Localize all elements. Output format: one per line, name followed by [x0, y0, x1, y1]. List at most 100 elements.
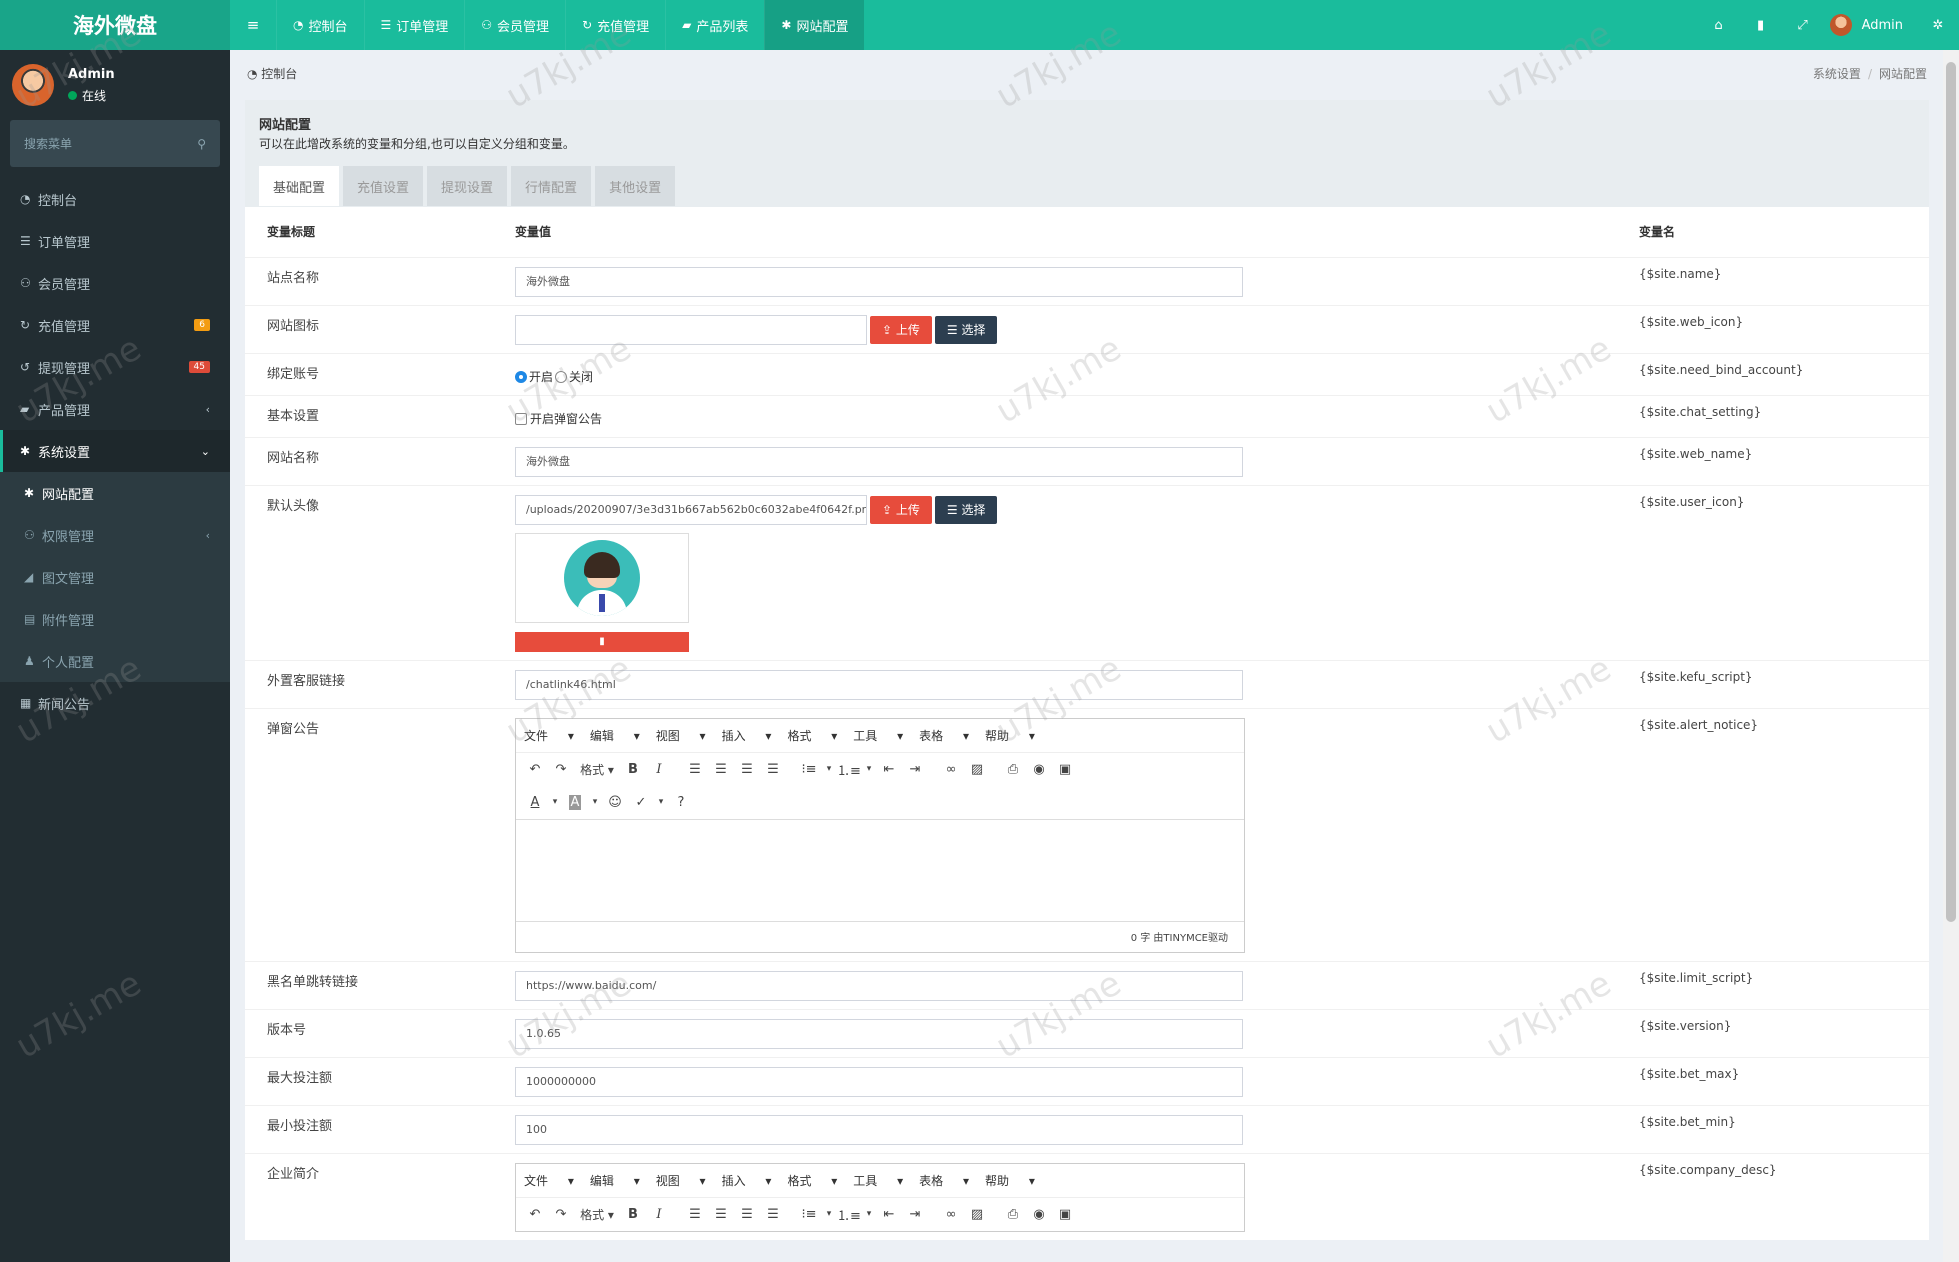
undo-icon[interactable]: ↶: [522, 1207, 548, 1222]
bet-min-input[interactable]: 100: [515, 1114, 1243, 1145]
editor-menu-item[interactable]: 视图 ▾: [656, 727, 706, 744]
editor-menu-item[interactable]: 工具 ▾: [853, 727, 903, 744]
sidebar-item[interactable]: ↻ 充值管理 6: [0, 304, 230, 346]
preview-icon[interactable]: ◉: [1026, 1207, 1052, 1222]
editor-menu-item[interactable]: 插入 ▾: [722, 1172, 772, 1189]
align-center-icon[interactable]: ☰: [708, 1207, 734, 1222]
format-dropdown[interactable]: 格式 ▾: [574, 1206, 620, 1223]
topnav-item[interactable]: ✱ 网站配置: [764, 0, 865, 50]
outdent-icon[interactable]: ⇤: [876, 1207, 902, 1222]
editor-menu-item[interactable]: 格式 ▾: [787, 727, 837, 744]
image-icon[interactable]: ▨: [964, 1207, 990, 1222]
blacklist-link-input[interactable]: https://www.baidu.com/: [515, 970, 1243, 1001]
bold-icon[interactable]: B: [620, 762, 646, 777]
topnav-item[interactable]: ↻ 充值管理: [565, 0, 665, 50]
redo-icon[interactable]: ↷: [548, 762, 574, 777]
chevron-down-icon[interactable]: ▾: [548, 797, 562, 807]
numbered-list-icon[interactable]: ⒈≡: [836, 760, 862, 779]
sidebar-item[interactable]: ✱ 系统设置 ⌄: [0, 430, 230, 472]
sidebar-search-input[interactable]: 搜索菜单 ⚲: [10, 120, 220, 167]
upload-button[interactable]: ⇪ 上传: [870, 315, 932, 344]
config-tab[interactable]: 提现设置: [427, 166, 508, 206]
version-input[interactable]: 1.0.65: [515, 1018, 1243, 1049]
print-icon[interactable]: ⎙: [1000, 762, 1026, 777]
editor-menu-item[interactable]: 表格 ▾: [919, 1172, 969, 1189]
bold-icon[interactable]: B: [620, 1207, 646, 1222]
chevron-down-icon[interactable]: ▾: [654, 797, 668, 807]
chevron-down-icon[interactable]: ▾: [822, 1209, 836, 1219]
italic-icon[interactable]: I: [646, 762, 672, 777]
redo-icon[interactable]: ↷: [548, 1207, 574, 1222]
user-menu[interactable]: Admin: [1824, 14, 1917, 36]
image-icon[interactable]: ▨: [964, 762, 990, 777]
editor-menu-item[interactable]: 视图 ▾: [656, 1172, 706, 1189]
align-center-icon[interactable]: ☰: [708, 762, 734, 777]
upload-button[interactable]: ⇪ 上传: [870, 495, 932, 524]
emoticon-icon[interactable]: ☺: [602, 795, 628, 810]
sidebar-item[interactable]: ⚇ 权限管理 ‹: [0, 514, 230, 556]
editor-menu-item[interactable]: 工具 ▾: [853, 1172, 903, 1189]
sidebar-item[interactable]: ↺ 提现管理 45: [0, 346, 230, 388]
popup-notice-checkbox[interactable]: [515, 412, 527, 425]
config-tab[interactable]: 充值设置: [343, 166, 424, 206]
editor-menu-item[interactable]: 格式 ▾: [787, 1172, 837, 1189]
text-color-icon[interactable]: A: [522, 795, 548, 810]
print-icon[interactable]: ⎙: [1000, 1207, 1026, 1222]
chevron-down-icon[interactable]: ▾: [588, 797, 602, 807]
topnav-item[interactable]: ☰ 订单管理: [363, 0, 465, 50]
align-justify-icon[interactable]: ☰: [760, 1207, 786, 1222]
bullet-list-icon[interactable]: ⁝≡: [796, 1207, 822, 1222]
format-dropdown[interactable]: 格式 ▾: [574, 761, 620, 778]
logo[interactable]: 海外微盘: [0, 0, 230, 50]
sidebar-item[interactable]: ◢ 图文管理: [0, 556, 230, 598]
topnav-item[interactable]: ⚇ 会员管理: [464, 0, 565, 50]
gears-icon[interactable]: ✲: [1917, 18, 1959, 33]
fullscreen-icon[interactable]: ⤢: [1782, 18, 1824, 33]
choose-button[interactable]: ☰ 选择: [934, 315, 998, 344]
italic-icon[interactable]: I: [646, 1207, 672, 1222]
sidebar-item[interactable]: ▦ 新闻公告: [0, 682, 230, 724]
breadcrumb-home[interactable]: ◔ 控制台: [247, 65, 297, 82]
indent-icon[interactable]: ⇥: [902, 1207, 928, 1222]
chevron-down-icon[interactable]: ▾: [862, 1209, 876, 1219]
editor-content-area[interactable]: [516, 818, 1244, 921]
config-tab[interactable]: 基础配置: [259, 166, 340, 206]
bind-off-radio[interactable]: [555, 370, 568, 383]
editor-menu-item[interactable]: 编辑 ▾: [590, 727, 640, 744]
link-icon[interactable]: ∞: [938, 1207, 964, 1222]
align-left-icon[interactable]: ☰: [682, 762, 708, 777]
choose-button[interactable]: ☰ 选择: [934, 495, 998, 524]
bet-max-input[interactable]: 1000000000: [515, 1066, 1243, 1097]
sidebar-item[interactable]: ☰ 订单管理: [0, 220, 230, 262]
config-tab[interactable]: 其他设置: [595, 166, 676, 206]
indent-icon[interactable]: ⇥: [902, 762, 928, 777]
media-icon[interactable]: ▣: [1052, 762, 1078, 777]
chevron-down-icon[interactable]: ▾: [822, 764, 836, 774]
sidebar-item[interactable]: ♟ 个人配置: [0, 640, 230, 682]
search-icon[interactable]: ⚲: [197, 137, 206, 151]
align-justify-icon[interactable]: ☰: [760, 762, 786, 777]
bg-color-icon[interactable]: A: [562, 794, 588, 810]
bullet-list-icon[interactable]: ⁝≡: [796, 762, 822, 777]
config-tab[interactable]: 行情配置: [511, 166, 592, 206]
preview-icon[interactable]: ◉: [1026, 762, 1052, 777]
topnav-item[interactable]: ◔ 控制台: [276, 0, 364, 50]
web-name-input[interactable]: 海外微盘: [515, 446, 1243, 477]
editor-menu-item[interactable]: 插入 ▾: [722, 727, 772, 744]
numbered-list-icon[interactable]: ⒈≡: [836, 1205, 862, 1224]
help-icon[interactable]: ?: [668, 795, 694, 810]
company-desc-editor[interactable]: 文件 ▾ 编辑 ▾ 视图 ▾ 插入 ▾ 格式 ▾ 工具 ▾ 表格 ▾ 帮助 ▾ ↶ ↷ 格式 ▾ B I…: [515, 1162, 1245, 1232]
breadcrumb-system[interactable]: 系统设置: [1813, 67, 1861, 81]
media-icon[interactable]: ▣: [1052, 1207, 1078, 1222]
editor-menu-item[interactable]: 表格 ▾: [919, 727, 969, 744]
page-scrollbar[interactable]: [1943, 50, 1959, 1262]
delete-avatar-button[interactable]: ▮: [515, 631, 689, 652]
editor-menu-item[interactable]: 编辑 ▾: [590, 1172, 640, 1189]
sidebar-item[interactable]: ▤ 附件管理: [0, 598, 230, 640]
sidebar-item[interactable]: ▰ 产品管理 ‹: [0, 388, 230, 430]
editor-menu-item[interactable]: 文件 ▾: [524, 1172, 574, 1189]
spellcheck-icon[interactable]: ✓: [628, 795, 654, 810]
editor-menu-item[interactable]: 帮助 ▾: [985, 727, 1035, 744]
trash-icon[interactable]: ▮: [1740, 18, 1782, 33]
sidebar-item[interactable]: ◔ 控制台: [0, 178, 230, 220]
